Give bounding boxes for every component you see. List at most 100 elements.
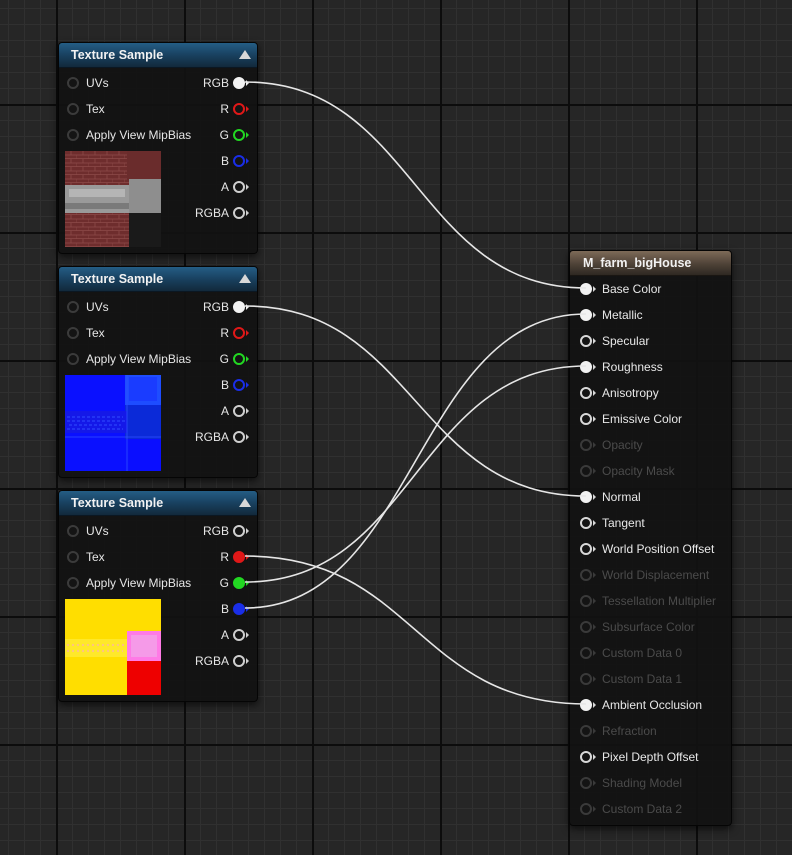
pin-circle-icon[interactable] (233, 155, 245, 167)
pin-arrow-icon (593, 598, 596, 604)
material-input-anisotropy[interactable]: Anisotropy (580, 384, 730, 402)
pin-arrow-icon (593, 754, 596, 760)
material-result-node[interactable]: M_farm_bigHouse Base Color Metallic Spec… (569, 250, 732, 826)
pin-circle-icon[interactable] (67, 353, 79, 365)
node-title-bar[interactable]: Texture Sample (59, 43, 257, 68)
pin-arrow-icon (246, 356, 249, 362)
pin-arrow-icon (246, 158, 249, 164)
pin-circle-icon[interactable] (580, 699, 592, 711)
pin-arrow-icon (593, 390, 596, 396)
collapse-arrow-icon[interactable] (239, 50, 251, 59)
collapse-arrow-icon[interactable] (239, 274, 251, 283)
pin-circle-icon[interactable] (233, 207, 245, 219)
pin-circle-icon[interactable] (233, 181, 245, 193)
pin-circle-icon[interactable] (67, 77, 79, 89)
pin-circle-icon[interactable] (233, 603, 245, 615)
output-pin-rgb[interactable]: RGB (139, 522, 249, 540)
material-input-pixel-depth-offset[interactable]: Pixel Depth Offset (580, 748, 730, 766)
material-input-shading-model: Shading Model (580, 774, 730, 792)
output-pin-g[interactable]: G (139, 126, 249, 144)
wire-g-to-roughness[interactable] (244, 365, 587, 583)
pin-circle-icon[interactable] (580, 387, 592, 399)
pin-circle-icon (580, 673, 592, 685)
pin-label: Subsurface Color (602, 620, 695, 634)
material-input-metallic[interactable]: Metallic (580, 306, 730, 324)
texture-sample-node[interactable]: Texture Sample UVs Tex Apply View MipBia… (58, 42, 258, 254)
output-pin-g[interactable]: G (139, 350, 249, 368)
pin-circle-icon[interactable] (233, 525, 245, 537)
collapse-arrow-icon[interactable] (239, 498, 251, 507)
pin-circle-icon[interactable] (580, 517, 592, 529)
pin-circle-icon[interactable] (233, 379, 245, 391)
wire-b-to-metallic[interactable] (244, 313, 587, 609)
pin-label: RGB (202, 76, 229, 90)
node-title: Texture Sample (71, 48, 164, 62)
node-title-bar[interactable]: Texture Sample (59, 491, 257, 516)
output-pin-rgb[interactable]: RGB (139, 298, 249, 316)
pin-label: Refraction (602, 724, 657, 738)
output-pin-rgb[interactable]: RGB (139, 74, 249, 92)
pin-circle-icon[interactable] (233, 629, 245, 641)
material-input-emissive-color[interactable]: Emissive Color (580, 410, 730, 428)
material-input-refraction: Refraction (580, 722, 730, 740)
pin-circle-icon[interactable] (580, 751, 592, 763)
pin-circle-icon[interactable] (580, 413, 592, 425)
pin-circle-icon[interactable] (233, 655, 245, 667)
material-input-custom-data-1: Custom Data 1 (580, 670, 730, 688)
pin-circle-icon[interactable] (233, 353, 245, 365)
pin-circle-icon[interactable] (580, 491, 592, 503)
pin-arrow-icon (593, 728, 596, 734)
pin-label: R (220, 326, 229, 340)
pin-circle-icon[interactable] (67, 327, 79, 339)
pin-circle-icon[interactable] (233, 551, 245, 563)
pin-circle-icon[interactable] (233, 301, 245, 313)
pin-circle-icon[interactable] (233, 77, 245, 89)
wire-rgb-to-base-color[interactable] (244, 81, 587, 289)
pin-arrow-icon (246, 434, 249, 440)
pin-circle-icon[interactable] (580, 335, 592, 347)
texture-sample-node[interactable]: Texture Sample UVs Tex Apply View MipBia… (58, 266, 258, 478)
pin-label: World Position Offset (602, 542, 715, 556)
material-input-roughness[interactable]: Roughness (580, 358, 730, 376)
pin-arrow-icon (246, 330, 249, 336)
pin-circle-icon[interactable] (233, 129, 245, 141)
material-input-specular[interactable]: Specular (580, 332, 730, 350)
material-input-ambient-occlusion[interactable]: Ambient Occlusion (580, 696, 730, 714)
output-pin-r[interactable]: R (139, 548, 249, 566)
pin-label: Anisotropy (602, 386, 659, 400)
material-input-normal[interactable]: Normal (580, 488, 730, 506)
wire-rgb-to-normal[interactable] (244, 305, 587, 497)
material-input-world-position-offset[interactable]: World Position Offset (580, 540, 730, 558)
pin-circle-icon[interactable] (67, 129, 79, 141)
output-pin-r[interactable]: R (139, 324, 249, 342)
pin-circle-icon[interactable] (233, 431, 245, 443)
pin-circle-icon[interactable] (67, 301, 79, 313)
pin-circle-icon[interactable] (580, 309, 592, 321)
texture-sample-node[interactable]: Texture Sample UVs Tex Apply View MipBia… (58, 490, 258, 702)
pin-circle-icon[interactable] (580, 283, 592, 295)
pin-circle-icon[interactable] (67, 103, 79, 115)
node-title-bar[interactable]: Texture Sample (59, 267, 257, 292)
pin-label: G (219, 128, 229, 142)
pin-circle-icon[interactable] (233, 327, 245, 339)
pin-label: Metallic (602, 308, 643, 322)
pin-label: Custom Data 0 (602, 646, 683, 660)
output-pin-g[interactable]: G (139, 574, 249, 592)
pin-circle-icon[interactable] (67, 525, 79, 537)
pin-circle-icon[interactable] (233, 405, 245, 417)
pin-arrow-icon (593, 624, 596, 630)
pin-circle-icon[interactable] (67, 551, 79, 563)
wire-r-to-ambient-occlusion[interactable] (244, 555, 587, 705)
output-pin-r[interactable]: R (139, 100, 249, 118)
pin-label: Shading Model (602, 776, 683, 790)
pin-circle-icon[interactable] (580, 543, 592, 555)
pin-circle-icon[interactable] (67, 577, 79, 589)
pin-circle-icon[interactable] (233, 103, 245, 115)
pin-circle-icon[interactable] (580, 361, 592, 373)
material-input-base-color[interactable]: Base Color (580, 280, 730, 298)
node-title-bar[interactable]: M_farm_bigHouse (570, 251, 731, 276)
pin-arrow-icon (246, 632, 249, 638)
pin-arrow-icon (246, 658, 249, 664)
pin-circle-icon[interactable] (233, 577, 245, 589)
material-input-tangent[interactable]: Tangent (580, 514, 730, 532)
